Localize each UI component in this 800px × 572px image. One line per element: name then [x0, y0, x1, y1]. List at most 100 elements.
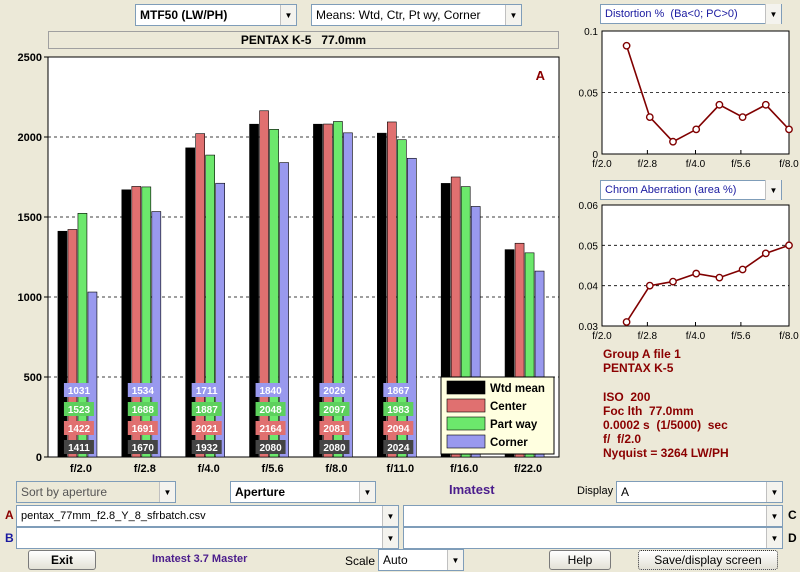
- data-label: 2024: [387, 443, 410, 454]
- data-label: 1691: [132, 424, 155, 435]
- data-label: 1534: [132, 386, 155, 397]
- data-label: 1670: [132, 443, 155, 454]
- info-camera: PENTAX K-5: [603, 361, 674, 375]
- data-label: 2080: [323, 443, 346, 454]
- data-label: 2048: [259, 405, 282, 416]
- data-label: 2164: [259, 424, 282, 435]
- x-tick-label: f/22.0: [514, 463, 542, 475]
- bar: [141, 186, 152, 458]
- x-tick-label: f/16.0: [450, 463, 478, 475]
- legend-swatch: [446, 380, 486, 395]
- data-point: [785, 125, 793, 134]
- data-label: 1887: [196, 405, 219, 416]
- chevron-down-icon: ▼: [447, 550, 463, 570]
- y-tick-label: 0.05: [579, 241, 599, 252]
- x-tick-label: f/8.0: [325, 463, 347, 475]
- data-label: 2080: [259, 443, 282, 454]
- data-point: [645, 281, 654, 290]
- chrom-aberration-chart: 0.030.040.050.06f/2.0 f/2.8 f/4.0 f/5.6 f/8.…: [579, 201, 800, 342]
- chrom-aberration-select[interactable]: Chrom Aberration (area %) ▼: [600, 180, 782, 200]
- data-label: 2026: [323, 386, 346, 397]
- file-a-select[interactable]: pentax_77mm_f2.8_Y_8_sfrbatch.csv ▼: [16, 505, 399, 527]
- x-tick-label: f/5.6: [731, 331, 751, 342]
- sort-select[interactable]: Sort by aperture ▼: [16, 481, 176, 503]
- chevron-down-icon: ▼: [280, 5, 296, 25]
- data-point: [692, 125, 701, 134]
- y-tick-label: 500: [24, 372, 42, 384]
- x-tick-label: f/4.0: [198, 463, 220, 475]
- data-label: 1932: [196, 443, 219, 454]
- y-tick-label: 0.05: [579, 89, 599, 100]
- x-tick-label: f/8.0: [779, 159, 799, 170]
- data-point: [692, 269, 701, 278]
- legend-label: Wtd mean: [490, 383, 545, 395]
- legend-swatch: [446, 416, 486, 431]
- help-button[interactable]: Help: [549, 550, 611, 570]
- y-tick-label: 1500: [18, 212, 42, 224]
- info-panel: Group A file 1 PENTAX K-5 ISO 200 Foc lt…: [603, 347, 729, 460]
- sort-select-value: Sort by aperture: [21, 485, 108, 499]
- file-c-select[interactable]: ▼: [403, 505, 783, 527]
- chrom-aberration-select-value: Chrom Aberration (area %): [605, 184, 737, 196]
- distortion-select-value: Distortion % (Ba<0; PC>0): [605, 8, 738, 20]
- info-iso: ISO 200: [603, 390, 651, 404]
- scale-label: Scale: [345, 554, 376, 568]
- data-label: 1867: [387, 386, 410, 397]
- row-a-label: A: [5, 508, 14, 522]
- data-label: 1422: [68, 424, 91, 435]
- bar: [151, 211, 162, 458]
- y-tick-label: 1000: [18, 292, 42, 304]
- metric-select[interactable]: MTF50 (LW/PH) ▼: [135, 4, 297, 26]
- data-point: [622, 41, 631, 50]
- distortion-select[interactable]: Distortion % (Ba<0; PC>0) ▼: [600, 4, 782, 24]
- y-tick-label: 0: [36, 452, 42, 464]
- legend-label: Corner: [490, 437, 528, 449]
- file-a-value: pentax_77mm_f2.8_Y_8_sfrbatch.csv: [21, 510, 206, 522]
- file-b-select[interactable]: ▼: [16, 527, 399, 549]
- data-point: [715, 100, 724, 109]
- info-focal-length: Foc lth 77.0mm: [603, 404, 694, 418]
- data-point: [715, 273, 724, 282]
- chevron-down-icon: ▼: [766, 506, 782, 526]
- x-tick-label: f/5.6: [731, 159, 751, 170]
- x-tick-label: f/5.6: [262, 463, 284, 475]
- x-tick-label: f/4.0: [686, 331, 706, 342]
- chevron-down-icon: ▼: [382, 528, 398, 548]
- chevron-down-icon: ▼: [159, 482, 175, 502]
- info-nyquist: Nyquist = 3264 LW/PH: [603, 446, 729, 460]
- chevron-down-icon: ▼: [382, 506, 398, 526]
- data-label: 1411: [68, 443, 90, 454]
- data-point: [738, 265, 747, 274]
- brand-label: Imatest: [449, 482, 495, 497]
- save-display-button[interactable]: Save/display screen: [638, 550, 778, 570]
- x-tick-label: f/4.0: [686, 159, 706, 170]
- x-tick-label: f/2.8: [134, 463, 156, 475]
- bar: [131, 186, 142, 458]
- legend-swatch: [446, 434, 486, 449]
- aperture-select[interactable]: Aperture ▼: [230, 481, 376, 503]
- data-label: 2097: [323, 405, 346, 416]
- chevron-down-icon: ▼: [765, 180, 781, 200]
- data-label: 2094: [387, 424, 410, 435]
- camera-title: PENTAX K-5 77.0mm: [240, 33, 367, 47]
- data-label: 1523: [68, 405, 91, 416]
- data-point: [669, 277, 677, 286]
- metric-select-value: MTF50 (LW/PH): [140, 8, 228, 22]
- exit-button[interactable]: Exit: [28, 550, 96, 570]
- data-point: [669, 137, 677, 146]
- y-tick-label: 0.06: [579, 201, 599, 212]
- legend-label: Center: [490, 401, 527, 413]
- display-label: Display: [577, 485, 614, 497]
- x-tick-label: f/2.0: [70, 463, 92, 475]
- scale-select[interactable]: Auto ▼: [378, 549, 464, 571]
- x-tick-label: f/2.0: [592, 331, 612, 342]
- y-tick-label: 2000: [18, 132, 42, 144]
- data-label: 2021: [196, 424, 219, 435]
- row-c-label: C: [788, 508, 797, 522]
- means-select[interactable]: Means: Wtd, Ctr, Pt wy, Corner ▼: [311, 4, 522, 26]
- x-tick-label: f/11.0: [387, 463, 415, 475]
- file-d-select[interactable]: ▼: [403, 527, 783, 549]
- display-select[interactable]: A ▼: [616, 481, 783, 503]
- data-label: 1983: [387, 405, 410, 416]
- chevron-down-icon: ▼: [765, 4, 781, 24]
